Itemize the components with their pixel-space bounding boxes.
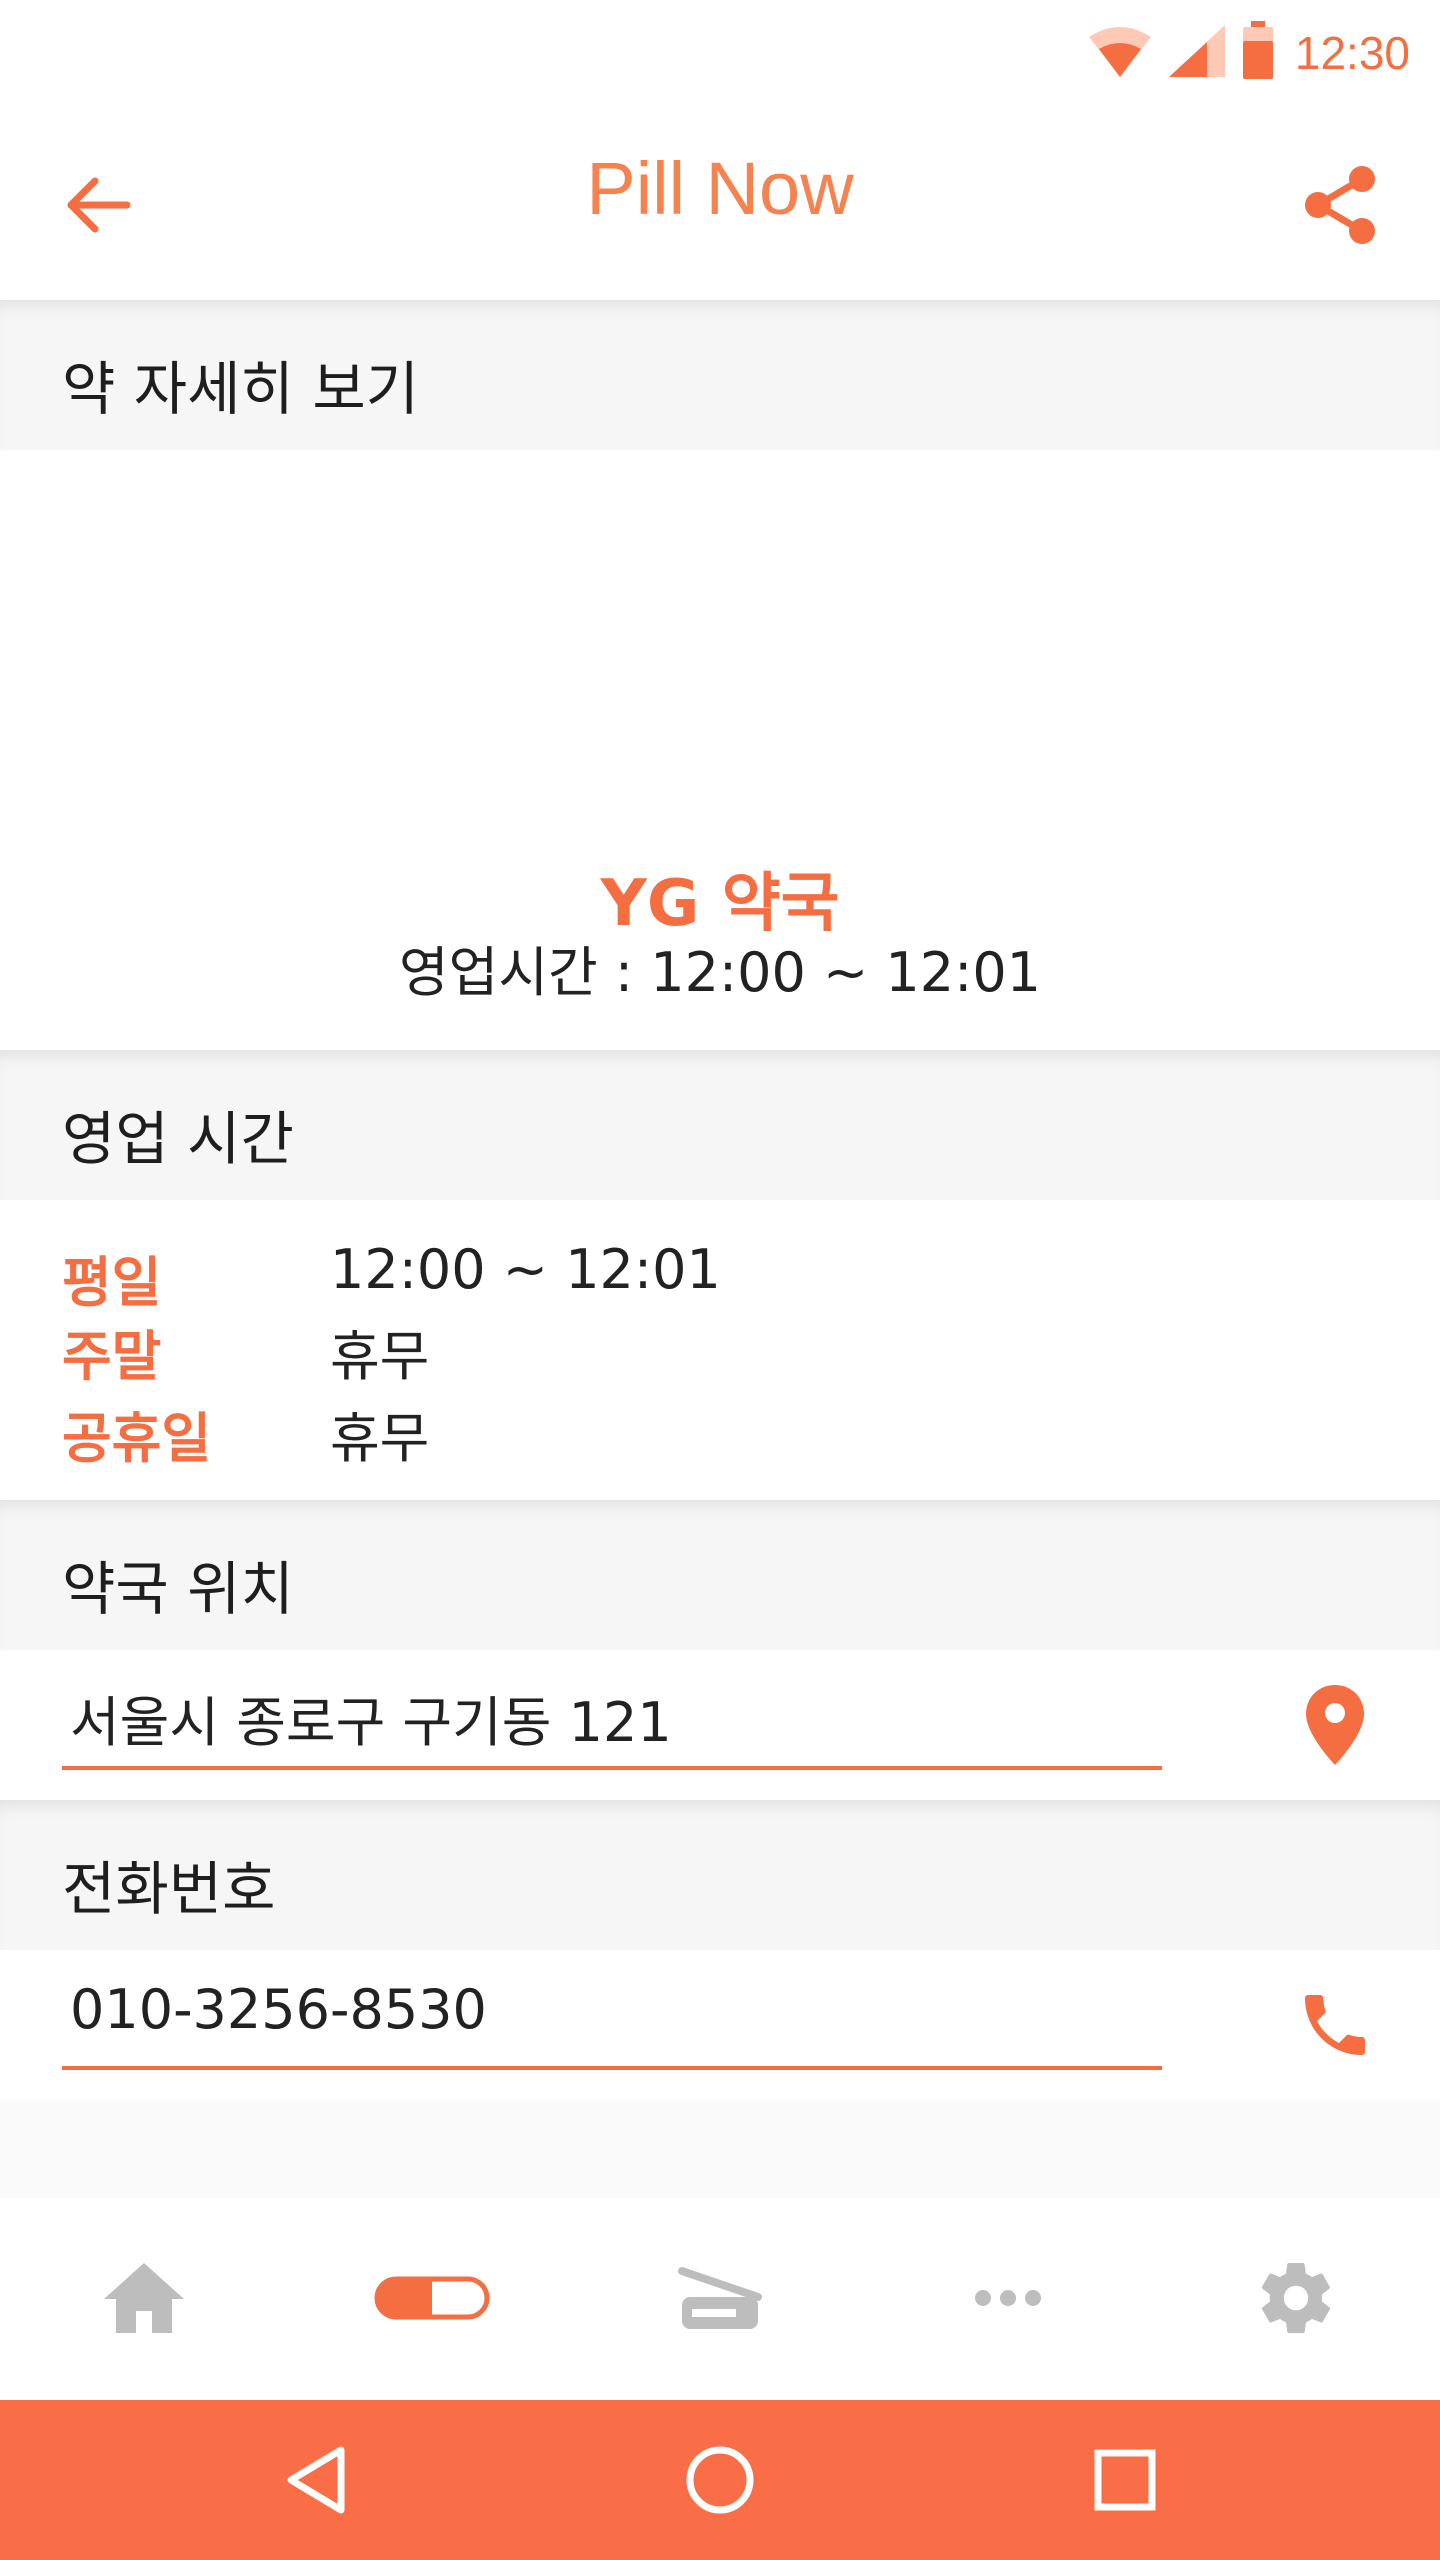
home-icon	[104, 2263, 184, 2333]
map-pin-icon	[1306, 1685, 1364, 1765]
call-button[interactable]	[1290, 1980, 1380, 2070]
system-recents-button[interactable]	[1070, 2425, 1180, 2535]
section-title: 전화번호	[62, 1855, 276, 1923]
nav-home[interactable]	[84, 2248, 204, 2348]
hours-label: 평일	[62, 1251, 162, 1314]
square-recents-icon	[1094, 2449, 1156, 2511]
map-pin-button[interactable]	[1290, 1680, 1380, 1770]
phone-field[interactable]: 010-3256-8530	[62, 1950, 1162, 2070]
section-header-hours: 영업 시간	[0, 1050, 1440, 1200]
phone-card: 010-3256-8530	[0, 1950, 1440, 2100]
section-title: 영업 시간	[62, 1105, 294, 1173]
status-bar: 12:30	[0, 0, 1440, 110]
hours-value: 휴무	[330, 1407, 430, 1470]
scanner-icon	[678, 2267, 762, 2329]
pharmacy-hours-summary: 영업시간 : 12:00 ~ 12:01	[398, 941, 1042, 1004]
system-nav-bar	[0, 2400, 1440, 2560]
phone-icon	[1305, 1995, 1365, 2055]
nav-settings[interactable]	[1236, 2248, 1356, 2348]
battery-icon	[1241, 21, 1275, 85]
hours-label: 공휴일	[62, 1407, 212, 1470]
share-icon	[1305, 166, 1375, 244]
system-back-button[interactable]	[260, 2425, 370, 2535]
triangle-back-icon	[287, 2446, 345, 2514]
pharmacy-summary-card: YG 약국 영업시간 : 12:00 ~ 12:01	[0, 450, 1440, 1050]
section-header-phone: 전화번호	[0, 1800, 1440, 1950]
hours-value: 휴무	[330, 1325, 430, 1388]
location-card: 서울시 종로구 구기동 121	[0, 1650, 1440, 1800]
share-button[interactable]	[1295, 160, 1385, 250]
hours-value: 12:00 ~ 12:01	[330, 1238, 721, 1301]
more-icon	[975, 2290, 1041, 2306]
system-home-button[interactable]	[665, 2425, 775, 2535]
hours-label: 주말	[62, 1325, 162, 1388]
circle-home-icon	[686, 2446, 754, 2514]
section-header-location: 약국 위치	[0, 1500, 1440, 1650]
app-bar: Pill Now	[0, 110, 1440, 300]
nav-more[interactable]	[948, 2248, 1068, 2348]
address-value: 서울시 종로구 구기동 121	[70, 1691, 672, 1754]
section-title: 약 자세히 보기	[62, 355, 420, 423]
signal-icon	[1167, 23, 1227, 83]
pill-icon	[374, 2276, 490, 2320]
wifi-icon	[1087, 23, 1153, 83]
hours-card: 평일 12:00 ~ 12:01 주말 휴무 공휴일 휴무	[0, 1200, 1440, 1500]
nav-pill[interactable]	[372, 2248, 492, 2348]
phone-value: 010-3256-8530	[70, 1978, 487, 2041]
status-icons: 12:30	[1087, 18, 1410, 88]
nav-scanner[interactable]	[660, 2248, 780, 2348]
section-title: 약국 위치	[62, 1555, 294, 1623]
app-title: Pill Now	[586, 147, 854, 230]
status-time: 12:30	[1294, 27, 1410, 79]
gear-icon	[1261, 2263, 1331, 2334]
address-field[interactable]: 서울시 종로구 구기동 121	[62, 1650, 1162, 1770]
section-header-detail: 약 자세히 보기	[0, 300, 1440, 450]
bottom-nav	[0, 2198, 1440, 2400]
